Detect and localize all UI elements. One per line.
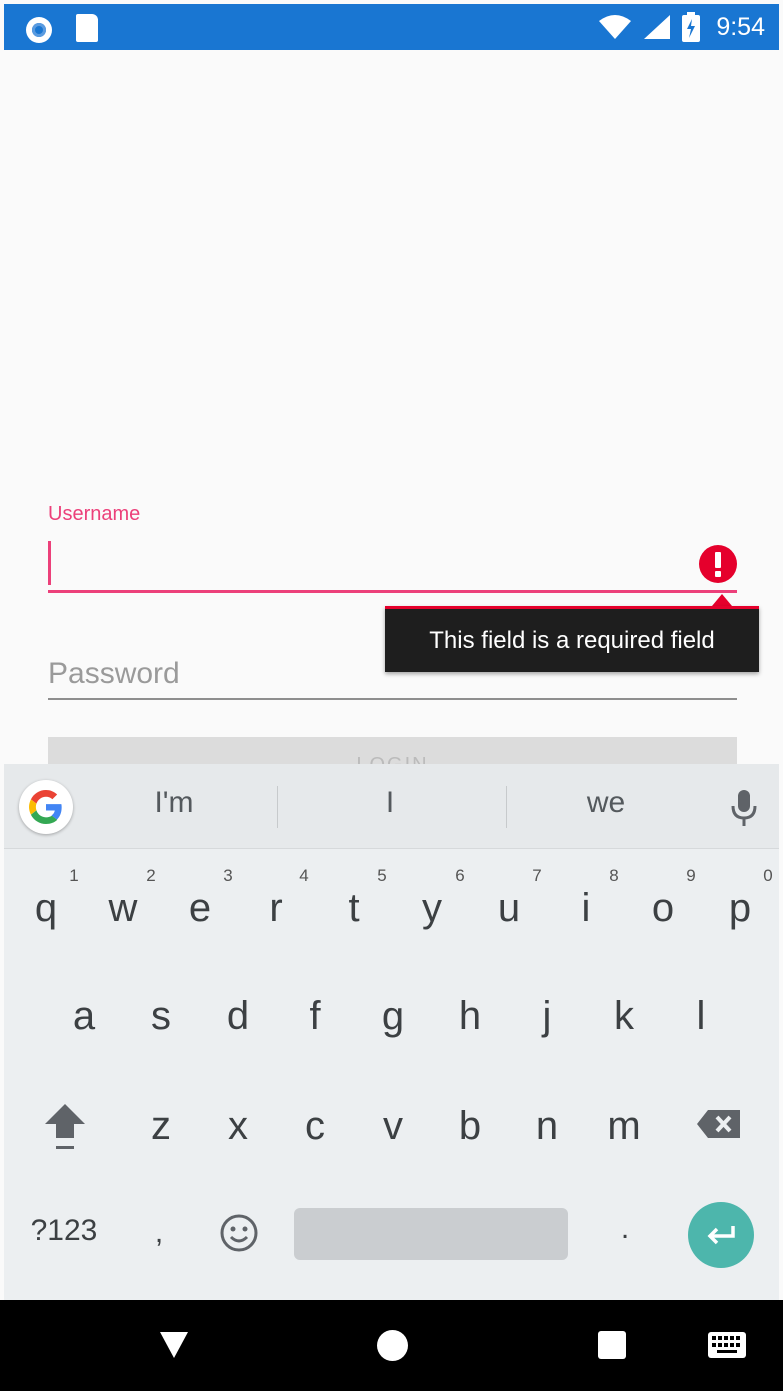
key-o[interactable]: o bbox=[633, 878, 693, 938]
key-y[interactable]: y bbox=[402, 878, 462, 938]
backspace-key[interactable] bbox=[694, 1100, 744, 1150]
key-p[interactable]: p bbox=[710, 878, 770, 938]
status-icons: × 9:54 bbox=[598, 4, 765, 50]
key-l[interactable]: l bbox=[671, 986, 731, 1046]
username-label: Username bbox=[48, 503, 141, 525]
keyboard-switch-icon[interactable] bbox=[708, 1332, 746, 1358]
enter-icon bbox=[707, 1226, 735, 1245]
key-hint-7: 7 bbox=[532, 866, 542, 885]
app-screen: × 9:54 Username This field is a required… bbox=[0, 0, 783, 1391]
svg-text:×: × bbox=[619, 29, 628, 41]
key-c[interactable]: c bbox=[285, 1096, 345, 1156]
space-bar[interactable] bbox=[294, 1208, 568, 1260]
status-bar: × 9:54 bbox=[4, 4, 779, 50]
key-a[interactable]: a bbox=[54, 986, 114, 1046]
key-hint-9: 9 bbox=[686, 866, 696, 885]
key-d[interactable]: d bbox=[208, 986, 268, 1046]
microphone-icon[interactable] bbox=[730, 788, 758, 828]
key-hint-0: 0 bbox=[763, 866, 773, 885]
key-n[interactable]: n bbox=[517, 1096, 577, 1156]
suggestion-strip: I'm I we bbox=[4, 764, 779, 849]
key-r[interactable]: r bbox=[246, 878, 306, 938]
navigation-bar bbox=[0, 1300, 783, 1391]
sd-card-icon bbox=[76, 14, 98, 42]
key-g[interactable]: g bbox=[363, 986, 423, 1046]
key-i[interactable]: i bbox=[556, 878, 616, 938]
recents-icon[interactable] bbox=[598, 1331, 626, 1359]
emoji-key[interactable] bbox=[216, 1210, 262, 1256]
key-h[interactable]: h bbox=[440, 986, 500, 1046]
symbols-key[interactable]: ?123 bbox=[24, 1214, 104, 1254]
key-e[interactable]: e bbox=[170, 878, 230, 938]
key-j[interactable]: j bbox=[517, 986, 577, 1046]
home-icon[interactable] bbox=[377, 1330, 408, 1361]
key-hint-6: 6 bbox=[455, 866, 465, 885]
shift-key[interactable] bbox=[39, 1096, 91, 1156]
comma-key[interactable]: , bbox=[144, 1216, 174, 1256]
key-t[interactable]: t bbox=[324, 878, 384, 938]
key-hint-4: 4 bbox=[299, 866, 309, 885]
key-b[interactable]: b bbox=[440, 1096, 500, 1156]
key-k[interactable]: k bbox=[594, 986, 654, 1046]
error-icon[interactable] bbox=[699, 545, 737, 583]
key-hint-3: 3 bbox=[223, 866, 233, 885]
key-q[interactable]: q bbox=[16, 878, 76, 938]
back-icon[interactable] bbox=[158, 1330, 190, 1360]
key-v[interactable]: v bbox=[363, 1096, 423, 1156]
key-s[interactable]: s bbox=[131, 986, 191, 1046]
period-key[interactable]: . bbox=[610, 1212, 640, 1252]
suggestion-divider bbox=[277, 786, 278, 828]
key-hint-1: 1 bbox=[69, 866, 79, 885]
enter-key[interactable] bbox=[688, 1202, 754, 1268]
clock: 9:54 bbox=[716, 12, 765, 41]
key-hint-5: 5 bbox=[377, 866, 387, 885]
key-z[interactable]: z bbox=[131, 1096, 191, 1156]
soft-keyboard: I'm I we q1w2e3r4t5y6u7i8o9p0 asdfghjkl … bbox=[4, 764, 779, 1300]
key-m[interactable]: m bbox=[594, 1096, 654, 1156]
username-input[interactable] bbox=[48, 540, 737, 593]
battery-charging-icon bbox=[682, 12, 701, 42]
key-f[interactable]: f bbox=[285, 986, 345, 1046]
backspace-icon bbox=[697, 1110, 740, 1138]
text-cursor bbox=[48, 541, 51, 585]
signal-icon bbox=[644, 15, 671, 39]
key-hint-8: 8 bbox=[609, 866, 619, 885]
tooltip-arrow bbox=[712, 594, 732, 606]
shift-icon bbox=[45, 1104, 85, 1149]
key-w[interactable]: w bbox=[93, 878, 153, 938]
key-hint-2: 2 bbox=[146, 866, 156, 885]
google-icon[interactable] bbox=[19, 780, 73, 834]
notification-circle-icon bbox=[26, 17, 52, 43]
suggestion-2[interactable]: I bbox=[330, 786, 450, 826]
key-x[interactable]: x bbox=[208, 1096, 268, 1156]
emoji-icon bbox=[220, 1214, 258, 1252]
suggestion-3[interactable]: we bbox=[546, 786, 666, 826]
suggestion-divider bbox=[506, 786, 507, 828]
password-input[interactable] bbox=[48, 650, 737, 700]
wifi-icon: × bbox=[599, 15, 632, 41]
suggestion-1[interactable]: I'm bbox=[114, 786, 234, 826]
key-u[interactable]: u bbox=[479, 878, 539, 938]
